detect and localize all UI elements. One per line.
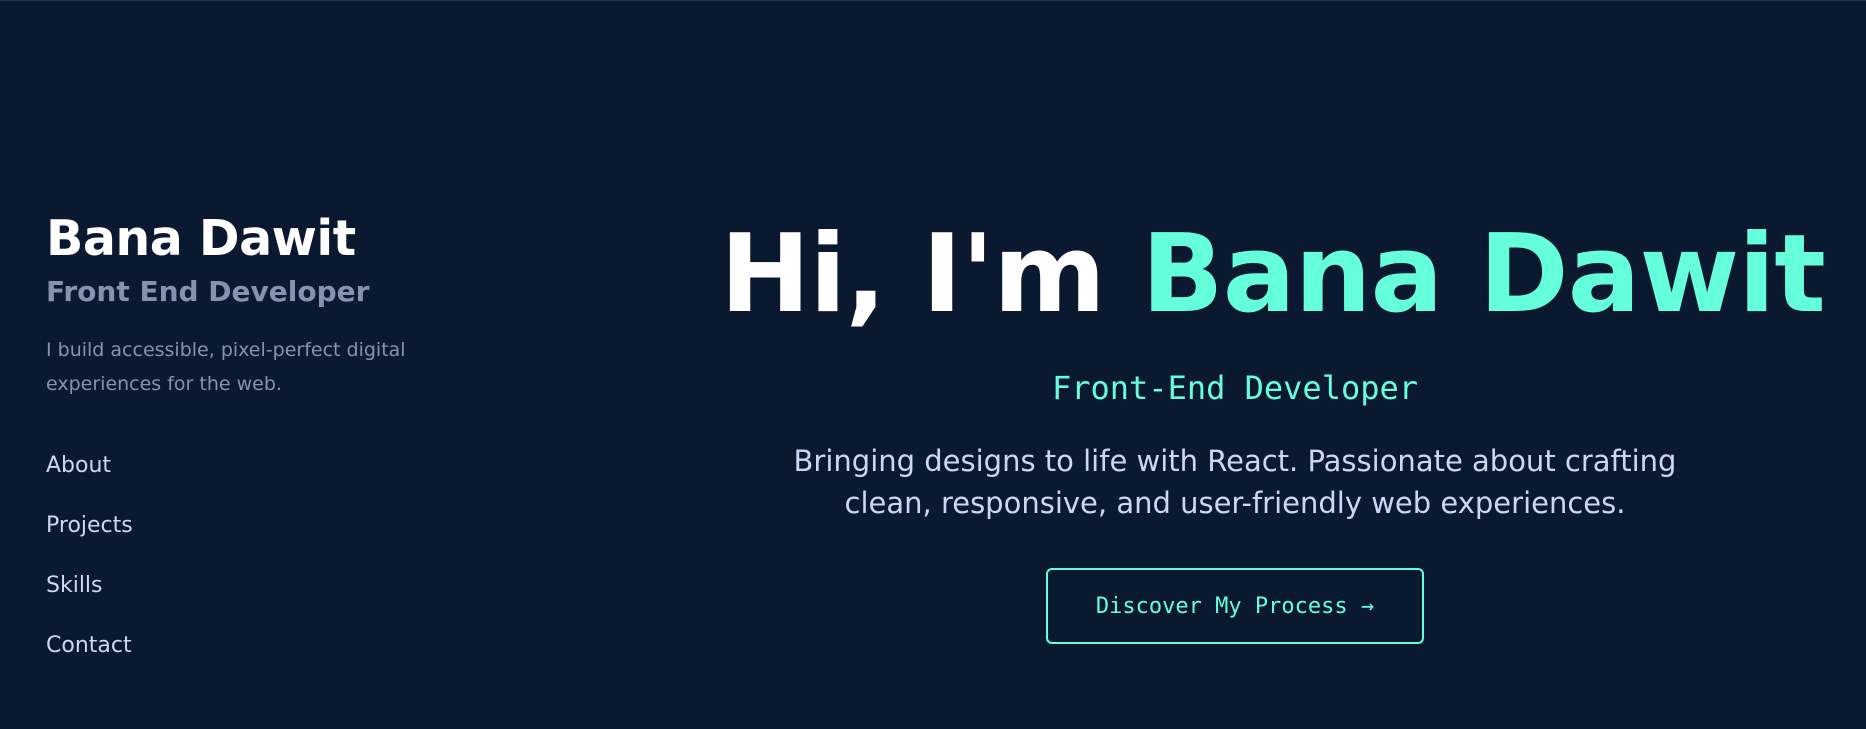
hero-section: Hi, I'm Bana Dawit Front-End Developer B… — [720, 212, 1826, 644]
hero-greeting: Hi, I'm — [720, 212, 1142, 337]
hero-name: Bana Dawit — [1141, 212, 1826, 337]
nav-link-about[interactable]: About — [46, 451, 446, 481]
top-border — [0, 0, 1866, 1]
hero-headline: Hi, I'm Bana Dawit — [720, 212, 1826, 337]
sidebar-bio: I build accessible, pixel-perfect digita… — [46, 339, 406, 395]
nav-link-contact[interactable]: Contact — [46, 631, 446, 661]
hero-subtitle: Front-End Developer — [1051, 369, 1419, 407]
nav-link-projects[interactable]: Projects — [46, 511, 446, 541]
sidebar-role: Front End Developer — [46, 275, 370, 308]
sidebar-name: Bana Dawit — [46, 210, 356, 267]
sidebar-nav: About Projects Skills Contact — [46, 451, 446, 661]
hero-description: Bringing designs to life with React. Pas… — [793, 444, 1677, 520]
discover-process-button[interactable]: Discover My Process → — [1046, 568, 1424, 644]
nav-link-skills[interactable]: Skills — [46, 571, 446, 601]
sidebar: Bana Dawit Front End Developer I build a… — [46, 205, 446, 691]
